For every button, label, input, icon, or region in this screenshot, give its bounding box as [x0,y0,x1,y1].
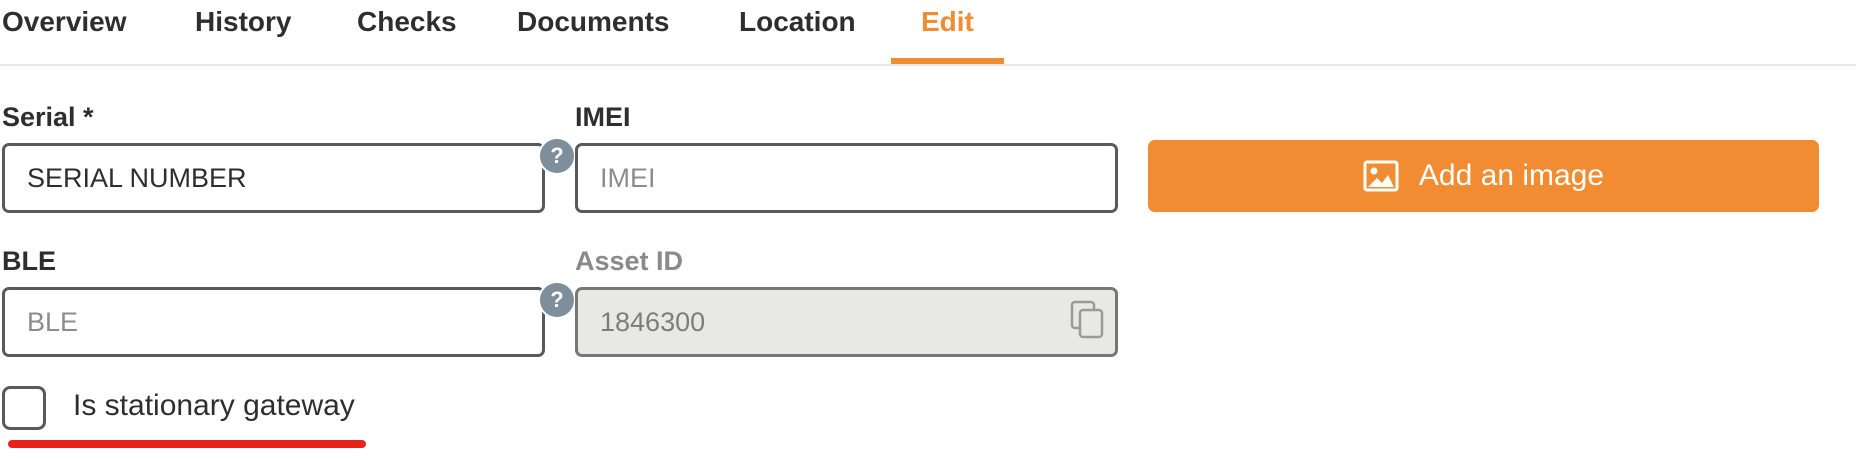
ble-label: BLE [2,246,56,276]
image-icon [1363,160,1399,192]
help-icon[interactable]: ? [538,137,576,175]
tab-documents[interactable]: Documents [517,0,669,62]
tab-edit[interactable]: Edit [921,0,974,62]
stationary-gateway-label[interactable]: Is stationary gateway [73,388,355,424]
tab-history[interactable]: History [195,0,291,62]
tab-location[interactable]: Location [739,0,856,62]
imei-label: IMEI [575,102,631,132]
serial-input[interactable] [2,143,545,213]
copy-icon[interactable] [1070,300,1106,340]
serial-label: Serial * [2,102,94,132]
stationary-gateway-checkbox[interactable] [2,386,46,430]
tab-overview[interactable]: Overview [2,0,127,62]
asset-id-label: Asset ID [575,246,684,276]
ble-input[interactable] [2,287,545,357]
annotation-underline [8,440,366,448]
add-image-button[interactable]: Add an image [1148,140,1819,212]
imei-input[interactable] [575,143,1118,213]
active-tab-indicator [891,58,1004,64]
help-icon[interactable]: ? [538,281,576,319]
tab-bar: Overview History Checks Documents Locati… [0,0,1856,66]
asset-id-field [575,287,1118,357]
tab-checks[interactable]: Checks [357,0,457,62]
add-image-label: Add an image [1418,159,1605,192]
